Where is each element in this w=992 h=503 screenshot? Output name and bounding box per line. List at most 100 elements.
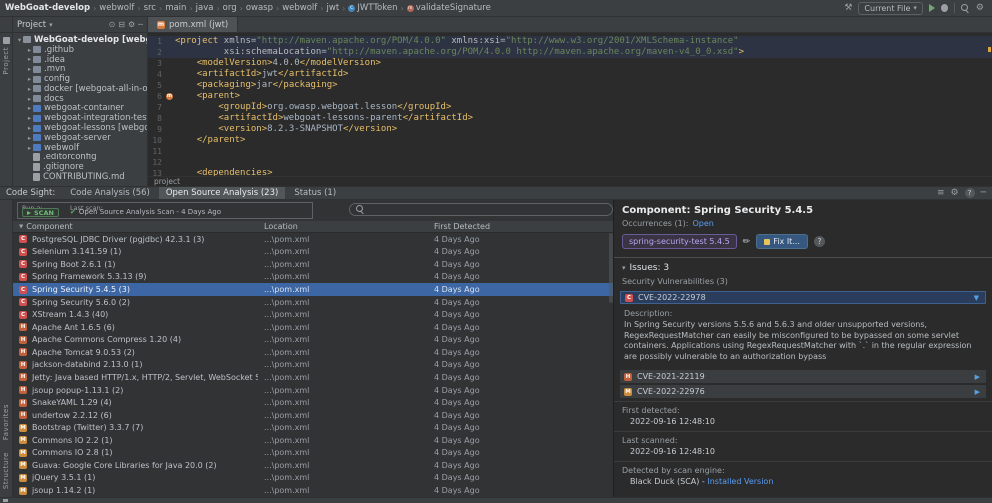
installed-version-link[interactable]: Installed Version: [707, 477, 773, 486]
component-row[interactable]: CXStream 1.4.3 (40)...\pom.xml4 Days Ago: [13, 308, 613, 321]
tree-arrow-icon[interactable]: ▸: [26, 46, 33, 54]
tree-item-idea[interactable]: ▸.idea: [13, 55, 147, 65]
component-row[interactable]: HApache Tomcat 9.0.53 (2)...\pom.xml4 Da…: [13, 346, 613, 359]
fix-it-button[interactable]: Fix It...: [756, 234, 808, 249]
occurrences-open-link[interactable]: Open: [692, 219, 713, 228]
filter-search-input[interactable]: [349, 203, 613, 216]
component-row[interactable]: CSelenium 3.141.59 (1)...\pom.xml4 Days …: [13, 246, 613, 259]
build-hammer-icon[interactable]: ⚒: [844, 4, 852, 13]
toolwindow-gear-icon[interactable]: ⚙: [951, 188, 959, 198]
tree-arrow-icon[interactable]: ▸: [26, 55, 33, 63]
tree-item-editorconfig[interactable]: .editorconfig: [13, 153, 147, 163]
tree-item-webgoat-develop-webgoat-parent[interactable]: ▾WebGoat-develop [webgoat-parent]: [13, 35, 147, 45]
tree-arrow-icon[interactable]: ▾: [16, 36, 23, 44]
debug-icon[interactable]: [941, 4, 948, 12]
tree-arrow-icon[interactable]: ▸: [26, 114, 33, 122]
project-toolwindow-icon[interactable]: [3, 37, 10, 44]
breadcrumb-item-org[interactable]: org: [223, 3, 237, 13]
tree-item-github[interactable]: ▸.github: [13, 45, 147, 55]
structure-toolwindow-button[interactable]: Structure: [2, 452, 10, 489]
settings-gear-icon[interactable]: ⚙: [976, 4, 984, 13]
column-header-location[interactable]: Location: [258, 222, 428, 231]
code-editor[interactable]: 1<project xmlns="http://maven.apache.org…: [148, 33, 992, 176]
tree-item-config[interactable]: ▸config: [13, 74, 147, 84]
tree-item-webwolf[interactable]: ▸webwolf: [13, 143, 147, 153]
component-row[interactable]: CSpring Security 5.6.0 (2)...\pom.xml4 D…: [13, 296, 613, 309]
column-header-first-detected[interactable]: First Detected: [428, 222, 613, 231]
toolwindow-minimize-icon[interactable]: ─: [981, 188, 986, 198]
component-row[interactable]: CSpring Framework 5.3.13 (9)...\pom.xml4…: [13, 271, 613, 284]
tree-item-docs[interactable]: ▸docs: [13, 94, 147, 104]
component-row[interactable]: CPostgreSQL JDBC Driver (pgjdbc) 42.3.1 …: [13, 233, 613, 246]
breadcrumb-item-src[interactable]: src: [144, 3, 156, 13]
help-icon[interactable]: ?: [814, 236, 825, 247]
component-row[interactable]: Mjsoup 1.14.2 (1)...\pom.xml4 Days Ago: [13, 484, 613, 497]
panel-gear-icon[interactable]: ⚙: [128, 20, 135, 29]
hide-panel-icon[interactable]: ─: [138, 20, 143, 29]
toolwindow-help-icon[interactable]: ?: [965, 188, 975, 198]
toolwindow-menu-icon[interactable]: ≡: [937, 188, 945, 198]
run-config-dropdown[interactable]: Current File▾: [858, 2, 923, 15]
component-table-header[interactable]: ▼ComponentLocationFirst Detected: [13, 221, 613, 233]
toolwindow-toggle-icon[interactable]: [3, 499, 8, 502]
component-row[interactable]: CSpring Security 5.4.5 (3)...\pom.xml4 D…: [13, 283, 613, 296]
vulnerability-row-cve-2022-22976[interactable]: MCVE-2022-22976▶: [620, 385, 986, 398]
tree-arrow-icon[interactable]: ▸: [26, 134, 33, 142]
tree-item-docker-webgoat-all-in-one-dock[interactable]: ▸docker [webgoat-all-in-one-dock...: [13, 84, 147, 94]
tree-item-mvn[interactable]: ▸.mvn: [13, 64, 147, 74]
collapse-icon[interactable]: ▾: [622, 264, 626, 272]
expand-arrow-icon[interactable]: ▼: [974, 294, 985, 302]
tree-item-contributing-md[interactable]: CONTRIBUTING.md: [13, 172, 147, 182]
toolwindow-tab-status-1[interactable]: Status (1): [287, 187, 343, 199]
editor-tab-pom-xml[interactable]: m pom.xml (jwt): [148, 17, 238, 32]
tree-arrow-icon[interactable]: ▸: [26, 144, 33, 152]
component-row[interactable]: MjQuery 3.5.1 (1)...\pom.xml4 Days Ago: [13, 472, 613, 485]
tree-item-webgoat-server[interactable]: ▸webgoat-server: [13, 133, 147, 143]
component-row[interactable]: Hjsoup popup-1.13.1 (2)...\pom.xml4 Days…: [13, 384, 613, 397]
breadcrumb-item-webgoat-develop[interactable]: WebGoat-develop: [5, 3, 90, 13]
tree-item-webgoat-lessons-webgoat-lessons[interactable]: ▸webgoat-lessons [webgoat-lessons...: [13, 123, 147, 133]
chevron-down-icon[interactable]: ▾: [49, 21, 53, 29]
collapse-all-icon[interactable]: ⊟: [118, 20, 125, 29]
column-header-component[interactable]: ▼Component: [13, 222, 258, 231]
component-row[interactable]: MBootstrap (Twitter) 3.3.7 (7)...\pom.xm…: [13, 421, 613, 434]
toolwindow-tab-open-source-analysis-23[interactable]: Open Source Analysis (23): [159, 187, 285, 199]
locate-file-icon[interactable]: ⊙: [109, 20, 116, 29]
component-row[interactable]: MCommons IO 2.2 (1)...\pom.xml4 Days Ago: [13, 434, 613, 447]
tree-item-webgoat-integration-tests[interactable]: ▸webgoat-integration-tests: [13, 113, 147, 123]
tree-item-webgoat-container[interactable]: ▸webgoat-container: [13, 104, 147, 114]
breadcrumb-item-main[interactable]: main: [165, 3, 186, 13]
breadcrumb-item-webwolf[interactable]: webwolf: [99, 3, 134, 13]
vulnerability-row-cve-2022-22978[interactable]: CCVE-2022-22978▼: [620, 291, 986, 304]
component-row[interactable]: HSnakeYAML 1.29 (4)...\pom.xml4 Days Ago: [13, 396, 613, 409]
vulnerability-row-cve-2021-22119[interactable]: HCVE-2021-22119▶: [620, 370, 986, 383]
search-icon[interactable]: [961, 4, 970, 13]
component-row[interactable]: HJetty: Java based HTTP/1.x, HTTP/2, Ser…: [13, 371, 613, 384]
breadcrumb-item-jwt[interactable]: jwt: [327, 3, 340, 13]
project-toolwindow-button[interactable]: Project: [2, 47, 10, 74]
tree-arrow-icon[interactable]: ▸: [26, 124, 33, 132]
xml-breadcrumb-project[interactable]: project: [154, 177, 180, 186]
tree-arrow-icon[interactable]: ▸: [26, 104, 33, 112]
component-row[interactable]: HApache Ant 1.6.5 (6)...\pom.xml4 Days A…: [13, 321, 613, 334]
tree-item-gitignore[interactable]: .gitignore: [13, 162, 147, 172]
tree-arrow-icon[interactable]: ▸: [26, 85, 33, 93]
run-icon[interactable]: [929, 4, 935, 12]
expand-arrow-icon[interactable]: ▶: [975, 373, 986, 381]
component-row[interactable]: CSpring Boot 2.6.1 (1)...\pom.xml4 Days …: [13, 258, 613, 271]
breadcrumb-item-owasp[interactable]: owasp: [246, 3, 273, 13]
component-row[interactable]: HApache Commons Compress 1.20 (4)...\pom…: [13, 334, 613, 347]
component-row[interactable]: MCommons IO 2.8 (1)...\pom.xml4 Days Ago: [13, 447, 613, 460]
expand-arrow-icon[interactable]: ▶: [975, 388, 986, 396]
scan-button[interactable]: SCAN: [22, 208, 59, 217]
component-row[interactable]: Hjackson-databind 2.13.0 (1)...\pom.xml4…: [13, 359, 613, 372]
tree-arrow-icon[interactable]: ▸: [26, 95, 33, 103]
breadcrumb-item-java[interactable]: java: [196, 3, 214, 13]
toolwindow-tab-code-analysis-56[interactable]: Code Analysis (56): [63, 187, 157, 199]
breadcrumb-item-webwolf[interactable]: webwolf: [282, 3, 317, 13]
component-row[interactable]: MGuava: Google Core Libraries for Java 2…: [13, 459, 613, 472]
edit-pencil-icon[interactable]: ✏: [743, 237, 751, 247]
occurrence-chip[interactable]: spring-security-test 5.4.5: [622, 234, 737, 249]
favorites-toolwindow-button[interactable]: Favorites: [2, 404, 10, 440]
component-row[interactable]: Hundertow 2.2.12 (6)...\pom.xml4 Days Ag…: [13, 409, 613, 422]
